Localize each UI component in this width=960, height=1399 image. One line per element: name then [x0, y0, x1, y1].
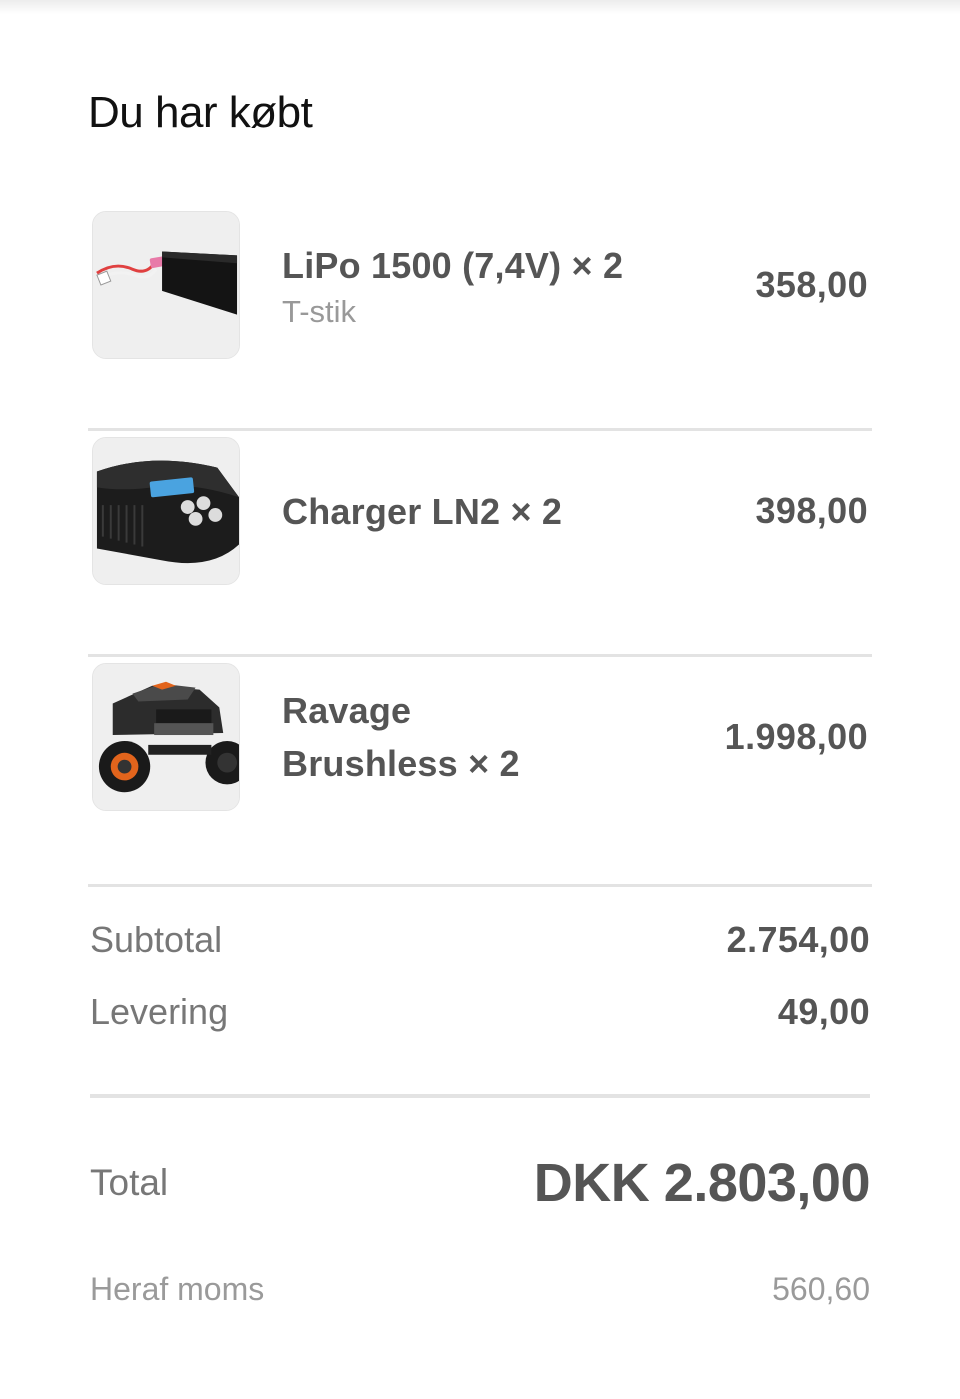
vat-value: 560,60 — [772, 1270, 870, 1307]
top-edge-shadow — [0, 0, 960, 14]
item-variant: T-stik — [282, 293, 357, 329]
total-label: Total — [90, 1162, 169, 1203]
delivery-row: Levering 49,00 — [90, 984, 870, 1040]
item-price: 358,00 — [755, 264, 868, 305]
item-name: LiPo 1500 (7,4V) × 2 — [282, 244, 624, 286]
delivery-value: 49,00 — [777, 991, 870, 1032]
item-name: Ravage Brushless × 2 — [282, 690, 520, 784]
subtotal-row: Subtotal 2.754,00 — [90, 912, 870, 968]
order-summary-page: Du har købt LiPo 1500 (7,4V) × 2 T-stik — [0, 0, 960, 1399]
vat-label: Heraf moms — [90, 1270, 265, 1307]
subtotal-label: Subtotal — [90, 919, 223, 960]
order-summary: Subtotal 2.754,00 Levering 49,00 — [90, 912, 870, 1056]
total-value: DKK 2.803,00 — [533, 1153, 871, 1213]
order-item: Ravage Brushless × 2 1.998,00 — [88, 657, 872, 887]
subtotal-value: 2.754,00 — [726, 919, 870, 960]
charger-image — [92, 437, 240, 585]
order-heading: Du har købt — [88, 88, 313, 137]
item-info: Charger LN2 × 2 — [282, 431, 682, 591]
item-price: 398,00 — [755, 490, 868, 531]
total-row: Total DKK 2.803,00 — [90, 1145, 871, 1221]
rc-truck-image — [92, 663, 240, 811]
item-price: 1.998,00 — [724, 716, 868, 757]
vat-row: Heraf moms 560,60 — [90, 1266, 870, 1312]
item-name: Charger LN2 × 2 — [282, 490, 563, 532]
delivery-label: Levering — [90, 991, 229, 1032]
order-items-list: LiPo 1500 (7,4V) × 2 T-stik 358,00 Charg… — [88, 205, 872, 887]
item-info: Ravage Brushless × 2 — [282, 657, 682, 817]
lipo-battery-image — [92, 211, 240, 359]
item-info: LiPo 1500 (7,4V) × 2 T-stik — [282, 205, 682, 365]
order-item: Charger LN2 × 2 398,00 — [88, 431, 872, 657]
total-divider — [90, 1094, 870, 1098]
order-item: LiPo 1500 (7,4V) × 2 T-stik 358,00 — [88, 205, 872, 431]
